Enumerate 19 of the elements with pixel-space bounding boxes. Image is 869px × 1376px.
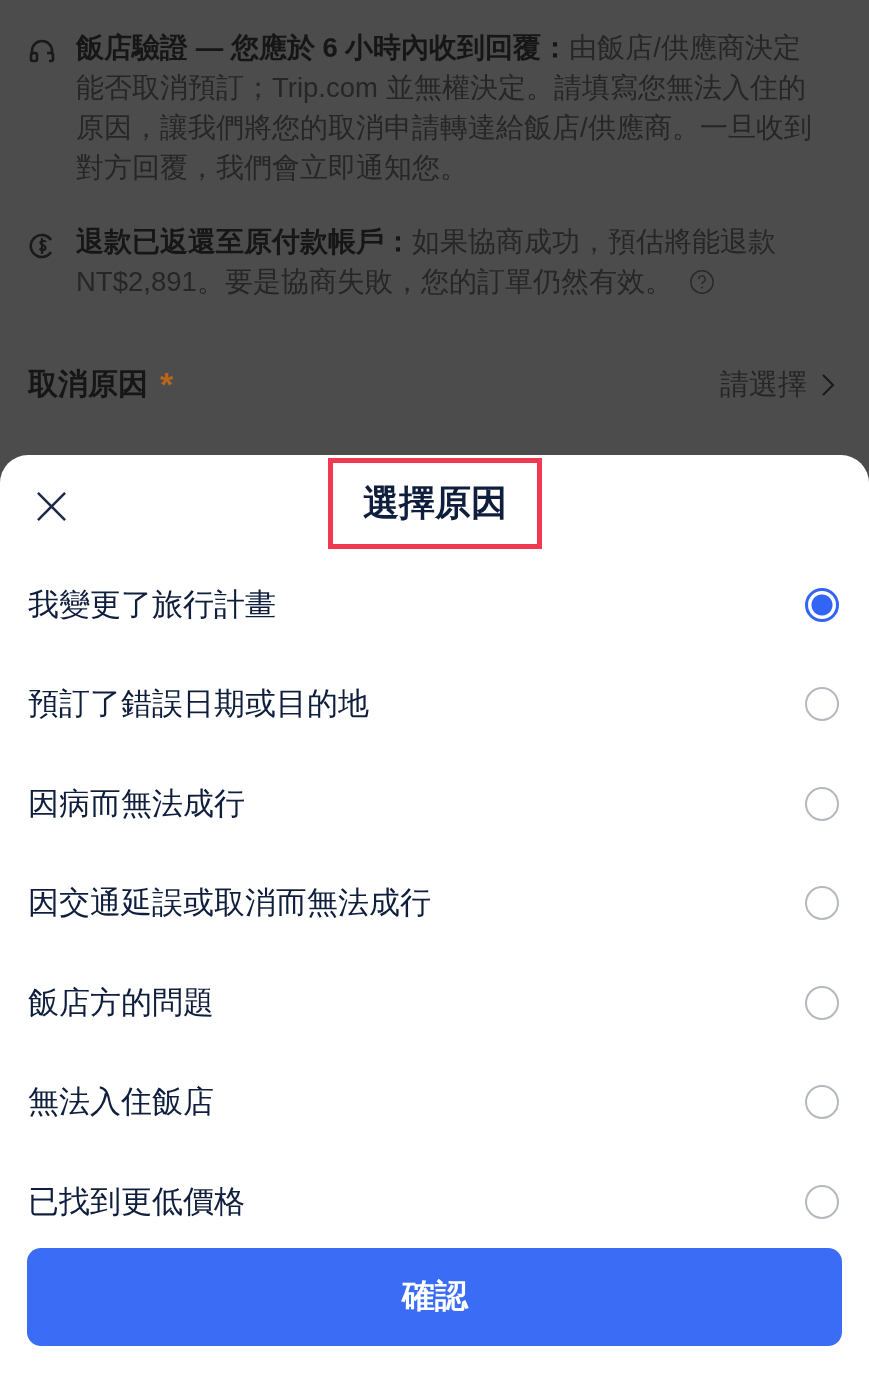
radio-button[interactable] <box>805 1184 839 1219</box>
reason-option[interactable]: 我變更了旅行計畫 <box>0 555 869 655</box>
sheet-title: 選擇原因 <box>327 457 542 549</box>
reason-option[interactable]: 飯店方的問題 <box>0 953 869 1053</box>
reason-option[interactable]: 因交通延誤或取消而無法成行 <box>0 853 869 953</box>
required-mark: * <box>160 365 174 404</box>
radio-button[interactable] <box>805 1085 839 1120</box>
close-icon[interactable] <box>36 491 67 522</box>
radio-button[interactable] <box>805 587 839 622</box>
chevron-icon <box>821 372 835 397</box>
reason-option[interactable]: 預訂了錯誤日期或目的地 <box>0 654 869 754</box>
radio-button[interactable] <box>805 687 839 722</box>
radio-button[interactable] <box>805 786 839 821</box>
radio-button[interactable] <box>805 886 839 921</box>
confirm-button[interactable]: 確認 <box>27 1247 842 1346</box>
reason-option[interactable]: 無法入住飯店 <box>0 1052 869 1152</box>
reason-option[interactable]: 因病而無法成行 <box>0 754 869 854</box>
radio-button[interactable] <box>805 985 839 1020</box>
help-icon[interactable] <box>688 269 715 295</box>
